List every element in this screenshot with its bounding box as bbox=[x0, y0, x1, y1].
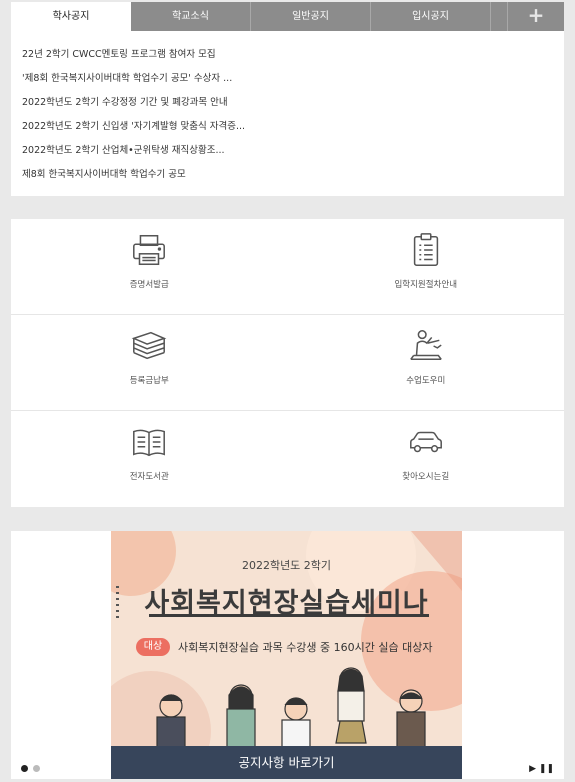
banner-slider: 2022학년도 2학기 사회복지현장실습세미나 대상 사회복지현장실습 과목 수… bbox=[11, 531, 564, 779]
directions-button[interactable]: 찾아오시는길 bbox=[288, 411, 565, 507]
clipboard-icon bbox=[413, 233, 438, 266]
notice-tabs: 학사공지 학교소식 일반공지 입시공지 + bbox=[11, 2, 564, 31]
tab-school-news[interactable]: 학교소식 bbox=[131, 2, 251, 31]
quick-menu-row: 등록금납부 수업도우미 bbox=[11, 315, 564, 411]
slide-dot-active[interactable] bbox=[21, 765, 28, 772]
tab-general-notice[interactable]: 일반공지 bbox=[251, 2, 371, 31]
quick-menu: 증명서발급 입학지원절차안내 등록금납부 수업도우미 전자도서관 찾아오시는길 bbox=[11, 219, 564, 507]
slide-pager bbox=[21, 765, 40, 772]
quick-menu-label: 수업도우미 bbox=[406, 376, 446, 386]
quick-menu-label: 입학지원절차안내 bbox=[394, 280, 458, 290]
tab-academic-notice[interactable]: 학사공지 bbox=[11, 2, 131, 31]
stack-icon bbox=[131, 331, 167, 360]
notice-item[interactable]: '제8회 한국복지사이버대학 학업수기 공모' 수상자 ... bbox=[22, 67, 564, 91]
digital-library-button[interactable]: 전자도서관 bbox=[11, 411, 288, 507]
notice-item[interactable]: 제8회 한국복지사이버대학 학업수기 공모 bbox=[22, 163, 564, 187]
quick-menu-label: 등록금납부 bbox=[129, 376, 169, 386]
seminar-poster[interactable]: 2022학년도 2학기 사회복지현장실습세미나 대상 사회복지현장실습 과목 수… bbox=[111, 531, 462, 779]
title-underline bbox=[149, 614, 429, 617]
quick-menu-label: 전자도서관 bbox=[129, 472, 169, 482]
target-description: 사회복지현장실습 과목 수강생 중 160시간 실습 대상자 bbox=[178, 641, 433, 654]
more-plus-icon[interactable]: + bbox=[508, 2, 564, 31]
quick-menu-row: 증명서발급 입학지원절차안내 bbox=[11, 219, 564, 315]
printer-icon bbox=[133, 234, 166, 266]
notice-panel: 학사공지 학교소식 일반공지 입시공지 + 22년 2학기 CWCC멘토링 프로… bbox=[11, 2, 564, 196]
poster-subtitle: 2022학년도 2학기 bbox=[241, 559, 332, 572]
quick-menu-row: 전자도서관 찾아오시는길 bbox=[11, 411, 564, 507]
tab-spacer bbox=[491, 2, 508, 31]
goto-notice-button[interactable]: 공지사항 바로가기 bbox=[111, 746, 462, 779]
book-icon bbox=[133, 429, 166, 457]
car-icon bbox=[409, 431, 442, 453]
slide-dot[interactable] bbox=[33, 765, 40, 772]
notice-item[interactable]: 2022학년도 2학기 수강정정 기간 및 폐강과목 안내 bbox=[22, 91, 564, 115]
play-pause-control[interactable]: ▶ ❚❚ bbox=[529, 764, 554, 774]
notice-item[interactable]: 22년 2학기 CWCC멘토링 프로그램 참여자 모집 bbox=[22, 43, 564, 67]
quick-menu-label: 찾아오시는길 bbox=[402, 472, 450, 482]
teacher-icon bbox=[409, 330, 442, 361]
notice-list: 22년 2학기 CWCC멘토링 프로그램 참여자 모집 '제8회 한국복지사이버… bbox=[11, 31, 564, 187]
tuition-payment-button[interactable]: 등록금납부 bbox=[11, 315, 288, 410]
class-helper-button[interactable]: 수업도우미 bbox=[288, 315, 565, 410]
tab-admission-notice[interactable]: 입시공지 bbox=[371, 2, 491, 31]
quick-menu-label: 증명서발급 bbox=[129, 280, 169, 290]
target-badge: 대상 bbox=[136, 638, 170, 656]
certificate-issue-button[interactable]: 증명서발급 bbox=[11, 219, 288, 314]
notice-item[interactable]: 2022학년도 2학기 산업체•군위탁생 재직상황조... bbox=[22, 139, 564, 163]
notice-item[interactable]: 2022학년도 2학기 신입생 '자기계발형 맞춤식 자격증... bbox=[22, 115, 564, 139]
admission-guide-button[interactable]: 입학지원절차안내 bbox=[288, 219, 565, 314]
